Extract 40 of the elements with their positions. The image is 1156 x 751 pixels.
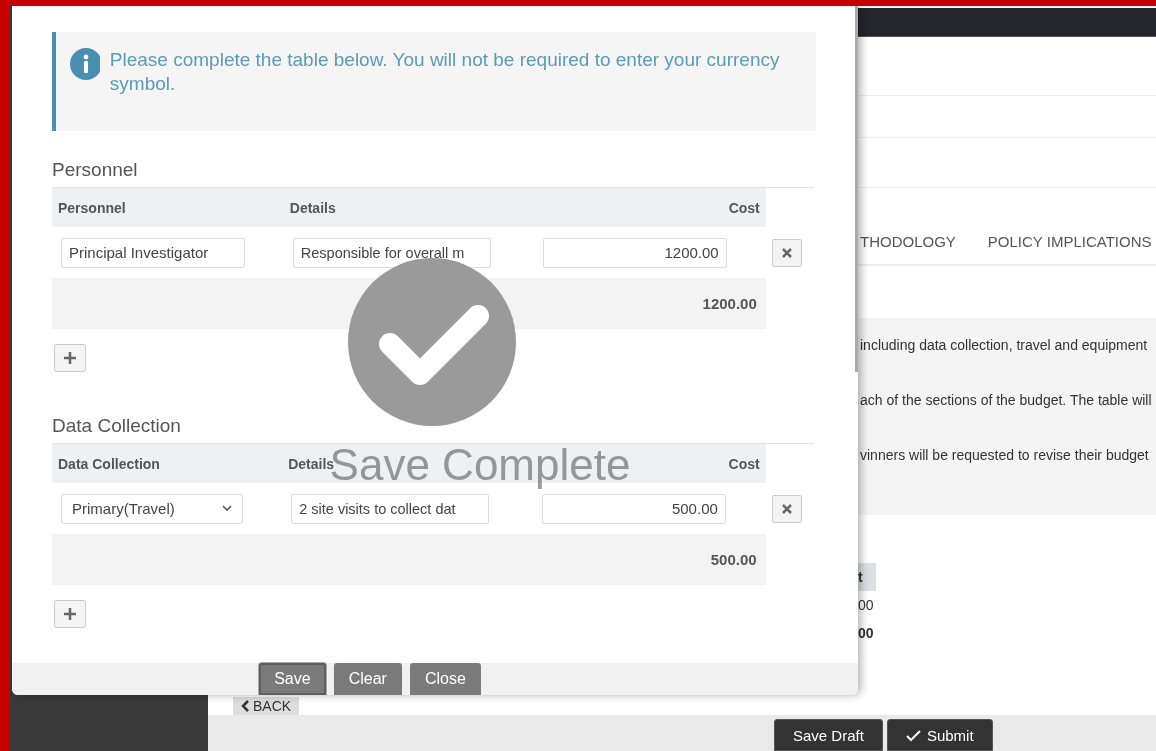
category-dropdown[interactable]: Primary(Travel) [61, 493, 243, 524]
close-icon [779, 245, 794, 260]
instruction-text: ach of the sections of the budget. The table will [860, 391, 1153, 409]
section-title: Data Collection [52, 415, 181, 437]
chevron-left-icon [241, 700, 250, 712]
cost-field[interactable]: 500.00 [541, 493, 726, 524]
details-field[interactable]: Responsible for overall m [292, 237, 491, 268]
tab[interactable]: POLICY IMPLICATIONS [987, 233, 1152, 252]
section-title: Personnel [52, 159, 138, 181]
instruction-text: including data collection, travel and equipment [860, 336, 1149, 354]
dialog-button[interactable]: Clear [333, 663, 402, 695]
action-button[interactable]: Submit [886, 719, 993, 751]
chevron-down-icon [222, 505, 232, 512]
total-value: 500.00 [709, 551, 757, 568]
dialog-button[interactable]: Save [259, 663, 326, 695]
add-row-button[interactable] [54, 600, 86, 628]
cost-field[interactable]: 1200.00 [542, 237, 727, 268]
notice-text: Please complete the table below. You will not be required to enter your currency symbol. [109, 48, 781, 96]
plus-icon [63, 351, 77, 365]
column-header: Personnel [52, 187, 284, 227]
add-row-button[interactable] [54, 344, 86, 372]
info-icon [70, 48, 100, 80]
column-header: Cost [531, 187, 766, 227]
dialog-button[interactable]: Close [409, 663, 481, 695]
delete-button[interactable] [771, 238, 802, 267]
column-header: Details [283, 187, 532, 227]
delete-button[interactable] [771, 494, 802, 523]
table-cell-text: 00 [857, 596, 875, 615]
tab[interactable]: THODOLOGY [860, 233, 956, 252]
action-button[interactable]: Save Draft [774, 719, 883, 751]
total-value: 1200.00 [701, 295, 757, 312]
table-cell-text: 00 [857, 624, 875, 643]
back-button[interactable]: BACK [233, 697, 300, 715]
instruction-text: vinners will be requested to revise their budget [860, 446, 1150, 464]
details-field[interactable]: 2 site visits to collect dat [291, 493, 490, 524]
close-icon [779, 501, 794, 516]
column-header: Data Collection [52, 443, 283, 483]
plus-icon [63, 607, 77, 621]
item-field[interactable]: Principal Investigator [61, 237, 245, 268]
check-icon [905, 728, 921, 742]
